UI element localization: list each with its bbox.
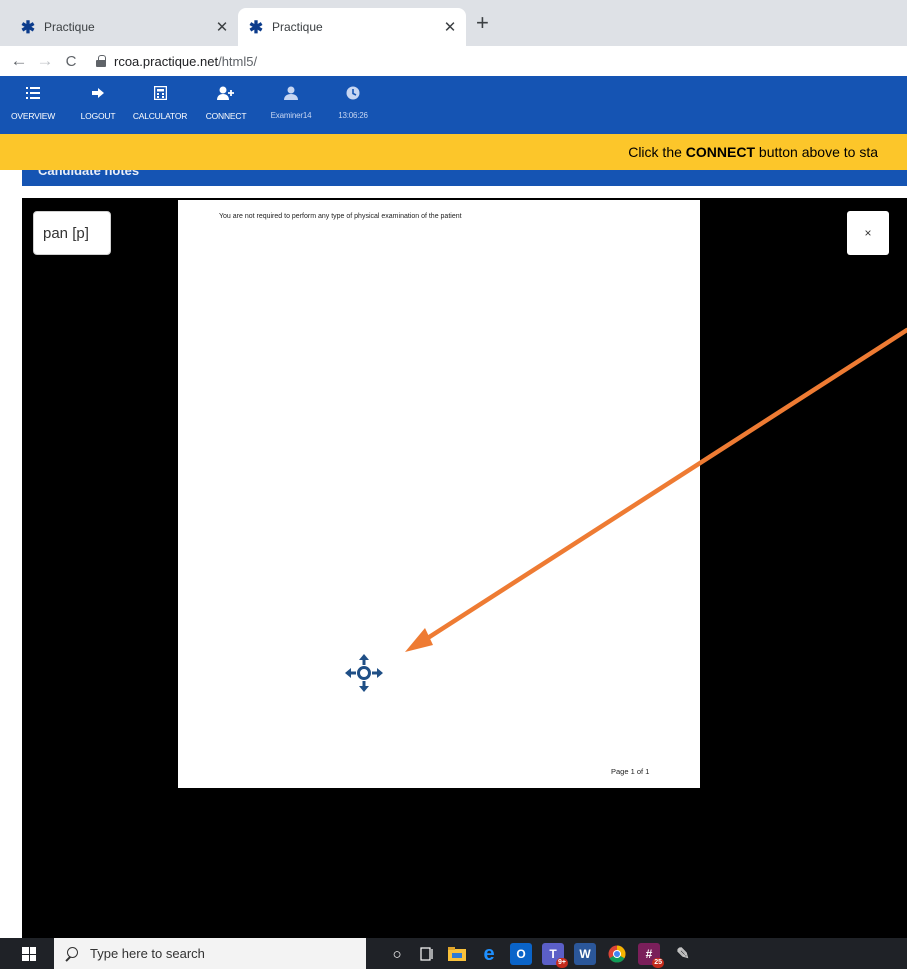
page-text-line: You are not required to perform any type… <box>219 213 462 220</box>
pan-button[interactable]: pan [p] <box>33 211 111 255</box>
list-icon <box>26 86 40 106</box>
connect-button[interactable]: CONNECT <box>205 86 247 121</box>
lock-icon[interactable] <box>96 55 106 67</box>
browser-tab-strip: ✱ Practique ✕ ✱ Practique ✕ + <box>0 0 907 46</box>
taskbar-search-box[interactable]: Type here to search <box>54 938 366 969</box>
add-user-icon <box>217 86 235 106</box>
examiner-label: Examiner14 <box>270 111 312 120</box>
app-toolbar: OVERVIEW LOGOUT CALCULATOR CONNECT Exami… <box>0 76 907 134</box>
tab-close-icon[interactable]: ✕ <box>440 18 460 36</box>
examiner-user: Examiner14 <box>266 86 316 120</box>
clock-icon <box>346 86 360 106</box>
overview-label: OVERVIEW <box>10 111 56 121</box>
cortana-icon[interactable]: ○ <box>386 943 408 965</box>
windows-start-icon[interactable] <box>22 947 36 961</box>
banner-message: Click the CONNECT button above to sta <box>628 144 878 160</box>
calculator-icon <box>153 85 167 106</box>
clock-display: 13:06:26 <box>333 86 373 120</box>
address-bar-row: ← → C rcoa.practique.net/html5/ <box>0 46 907 76</box>
connect-label: CONNECT <box>205 111 247 121</box>
word-icon[interactable]: W <box>574 943 596 965</box>
file-explorer-icon[interactable] <box>446 943 468 965</box>
practique-favicon-icon: ✱ <box>248 17 264 37</box>
move-icon[interactable] <box>344 653 384 693</box>
forward-arrow-icon[interactable]: → <box>34 51 56 71</box>
back-arrow-icon[interactable]: ← <box>8 51 30 71</box>
calculator-button[interactable]: CALCULATOR <box>132 85 188 121</box>
logout-button[interactable]: LOGOUT <box>78 86 118 121</box>
document-page[interactable]: You are not required to perform any type… <box>178 200 700 788</box>
practique-favicon-icon: ✱ <box>20 17 36 37</box>
overview-button[interactable]: OVERVIEW <box>6 86 60 121</box>
slack-icon[interactable]: #25 <box>638 943 664 968</box>
windows-taskbar: Type here to search ○ e O T 9+ W #25 ✎ <box>0 938 907 969</box>
teams-badge: 9+ <box>556 958 568 968</box>
search-placeholder: Type here to search <box>90 946 205 961</box>
page-footer: Page 1 of 1 <box>611 767 650 776</box>
edge-icon[interactable]: e <box>478 943 500 965</box>
chrome-icon[interactable] <box>606 943 628 965</box>
banner-clip: Click the CONNECT button above to sta <box>0 134 878 170</box>
outlook-icon[interactable]: O <box>510 943 532 965</box>
new-tab-icon[interactable]: + <box>476 12 489 34</box>
close-viewer-button[interactable]: × <box>847 211 889 255</box>
tab-title: Practique <box>44 20 95 34</box>
calculator-label: CALCULATOR <box>132 111 188 121</box>
reload-icon[interactable]: C <box>60 53 82 70</box>
teams-icon[interactable]: T 9+ <box>542 943 568 968</box>
logout-label: LOGOUT <box>80 111 116 121</box>
slack-badge: 25 <box>652 958 664 968</box>
tab-title: Practique <box>272 20 323 34</box>
browser-tab-1[interactable]: ✱ Practique ✕ <box>8 8 238 46</box>
paint-icon[interactable]: ✎ <box>672 943 694 965</box>
task-view-icon[interactable] <box>416 943 438 965</box>
user-icon <box>284 86 298 106</box>
tab-close-icon[interactable]: ✕ <box>212 18 232 36</box>
url-field[interactable]: rcoa.practique.net/html5/ <box>114 54 257 69</box>
search-icon <box>64 946 78 961</box>
clock-label: 13:06:26 <box>338 111 368 120</box>
browser-tab-2[interactable]: ✱ Practique ✕ <box>238 8 466 46</box>
logout-icon <box>91 86 105 106</box>
